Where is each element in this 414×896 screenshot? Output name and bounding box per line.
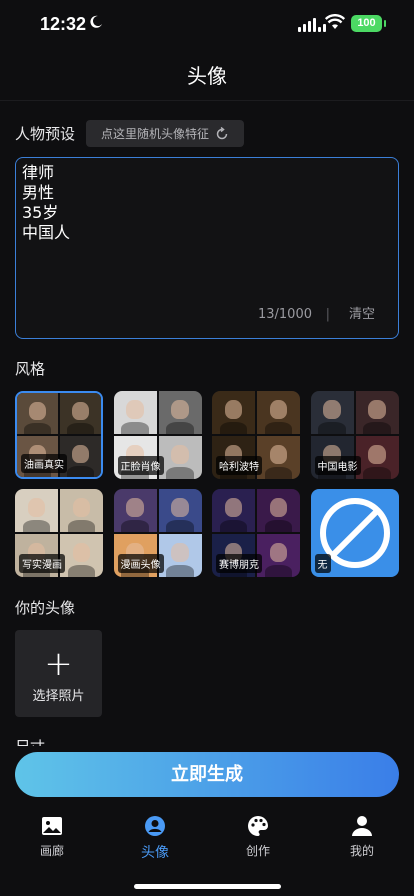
tab-gallery[interactable]: 画廊 (17, 814, 87, 859)
select-photo-label: 选择照片 (32, 689, 85, 704)
page-title: 头像 (187, 64, 227, 88)
char-counter: 13/1000 (257, 307, 312, 322)
tab-avatar[interactable]: 头像 (120, 814, 190, 862)
style-option[interactable]: 写实漫画 (15, 489, 103, 577)
battery-icon: 100 (351, 15, 386, 32)
tab-bar: 画廊 头像 创作 我的 (0, 804, 414, 896)
tab-avatar-label: 头像 (141, 845, 169, 861)
preset-text[interactable]: 律师 男性 35岁 中国人 (22, 163, 70, 243)
select-photo-button[interactable]: + 选择照片 (15, 630, 102, 717)
plus-icon: + (44, 644, 73, 684)
style-option-label: 赛博朋克 (216, 554, 262, 573)
style-option-label: 正脸肖像 (117, 456, 164, 475)
wifi-icon (324, 14, 346, 34)
clear-button[interactable]: 清空 (349, 303, 375, 322)
size-label: 尺寸 (15, 736, 45, 746)
user-circle-icon (143, 814, 167, 838)
style-option[interactable]: 赛博朋克 (212, 489, 300, 577)
home-indicator (134, 884, 281, 889)
random-features-label: 点这里随机头像特征 (100, 127, 209, 141)
tab-mine[interactable]: 我的 (327, 814, 397, 859)
style-option-label: 哈利波特 (216, 456, 262, 475)
cellular-signal-icon (298, 18, 326, 32)
style-option-label: 中国电影 (314, 456, 361, 475)
style-option-label: 无 (314, 554, 331, 573)
moon-icon (89, 15, 103, 33)
style-label: 风格 (15, 360, 46, 378)
random-features-button[interactable]: 点这里随机头像特征 (86, 120, 244, 147)
style-option-label: 漫画头像 (117, 554, 164, 573)
style-option[interactable]: 中国电影 (310, 391, 399, 479)
header-divider (0, 100, 414, 101)
status-time: 12:32 (40, 14, 87, 34)
image-icon (40, 814, 64, 838)
status-bar: 12:32 100 (0, 0, 414, 50)
style-option[interactable]: 漫画头像 (113, 489, 202, 577)
refresh-icon (216, 126, 228, 139)
tab-mine-label: 我的 (349, 844, 374, 858)
avatar-label: 你的头像 (15, 599, 76, 617)
preset-textarea[interactable]: 律师 男性 35岁 中国人 13/1000 | 清空 (15, 157, 399, 339)
counter-separator: | (325, 307, 330, 322)
palette-icon (246, 814, 270, 838)
person-icon (350, 814, 374, 838)
style-option-label: 写实漫画 (19, 554, 65, 573)
generate-button[interactable]: 立即生成 (15, 752, 399, 797)
style-option[interactable]: 正脸肖像 (113, 391, 202, 479)
tab-create-label: 创作 (245, 844, 270, 858)
tab-create[interactable]: 创作 (223, 814, 293, 859)
style-option[interactable]: 哈利波特 (212, 391, 300, 479)
preset-label: 人物预设 (15, 125, 76, 143)
style-option-label: 油画真实 (21, 454, 67, 473)
tab-gallery-label: 画廊 (39, 844, 64, 858)
style-option[interactable]: 无 (310, 489, 399, 577)
style-option[interactable]: 油画真实 (15, 391, 103, 479)
